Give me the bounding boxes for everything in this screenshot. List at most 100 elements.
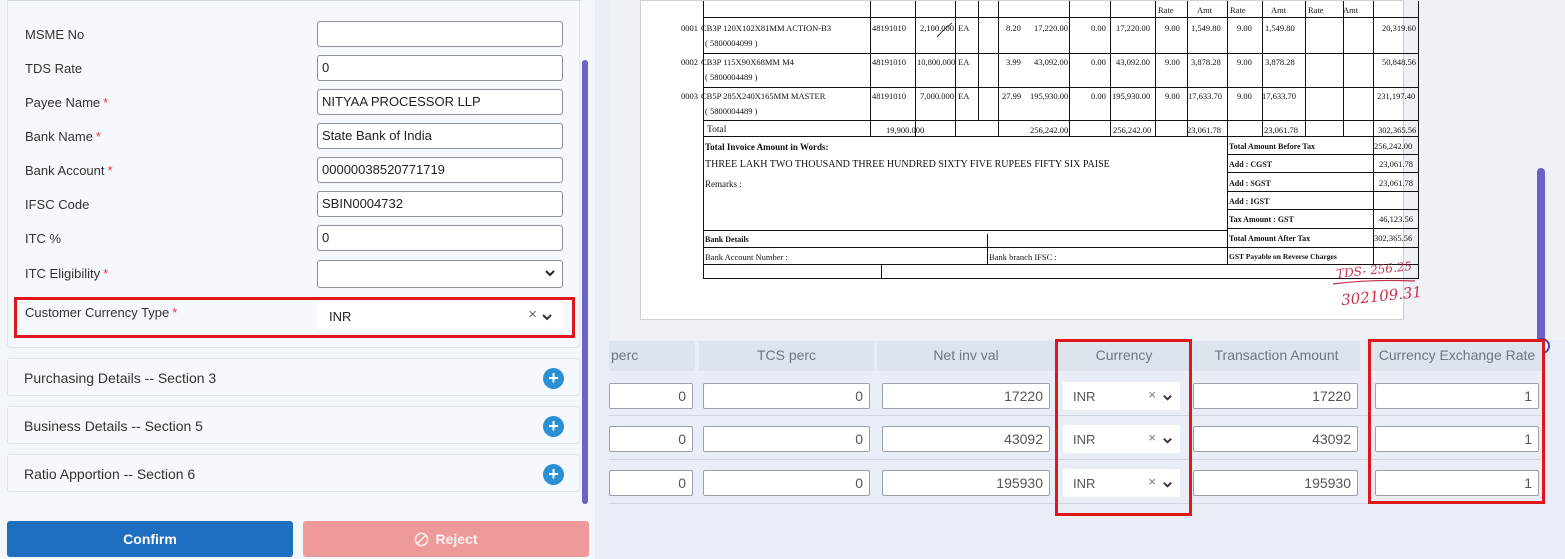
tcs-perc-cell[interactable]: 0 [703, 426, 870, 452]
invoice-line-total: 231,197.40 [1377, 91, 1416, 101]
chevron-down-icon[interactable] [541, 311, 553, 323]
msme-no-row: MSME No [8, 21, 581, 47]
required-mark: * [172, 305, 178, 320]
invoice-line-taxable: 195,930.00 [1112, 91, 1151, 101]
invoice-line-amount: 43,092.00 [1034, 57, 1068, 67]
invoice-line-sgst-rate: 9.00 [1237, 23, 1252, 33]
tcs-perc-cell[interactable]: 0 [703, 383, 870, 409]
payee-name-input[interactable]: NITYAA PROCESSOR LLP [317, 89, 563, 115]
invoice-line-desc: CB5P 285X240X165MM MASTER [701, 91, 826, 101]
perc-cell[interactable]: 0 [609, 470, 693, 496]
section-ratio-apportion[interactable]: Ratio Apportion -- Section 6 + [7, 454, 580, 492]
invoice-total-sgst: 23,061.78 [1264, 125, 1298, 135]
reject-button[interactable]: Reject [303, 521, 589, 557]
vendor-details-form: MSME No TDS Rate 0 Payee Name * NITYAA PR… [7, 0, 581, 348]
invoice-line-hsn: 48191010 [872, 57, 906, 67]
invoice-line-unit: EA [958, 91, 970, 101]
remarks-label: Remarks : [705, 179, 742, 189]
handwritten-tick-mark [936, 22, 953, 38]
clear-icon[interactable]: × [528, 306, 537, 323]
invoice-line-rate: 8.20 [1006, 23, 1021, 33]
invoice-total-amount: 256,242.00 [1030, 125, 1069, 135]
bank-account-label: Bank Account Number : [705, 252, 788, 262]
amount-in-words-label: Total Invoice Amount in Words: [705, 142, 829, 152]
net-inv-val-cell[interactable]: 17220 [882, 383, 1050, 409]
msme-no-input[interactable] [317, 21, 563, 47]
invoice-line-disc: 0.00 [1091, 91, 1106, 101]
ifsc-code-input[interactable]: SBIN0004732 [317, 191, 563, 217]
invoice-line-total: 50,848.56 [1382, 57, 1416, 67]
itc-percent-input[interactable]: 0 [317, 225, 563, 251]
itc-eligibility-label: ITC Eligibility * [25, 266, 109, 281]
invoice-line-qty: 10,800.000 [917, 57, 956, 67]
section-purchasing-details[interactable]: Purchasing Details -- Section 3 + [7, 358, 580, 396]
customer-currency-type-row: Customer Currency Type * INR × [8, 302, 581, 330]
expand-plus-icon[interactable]: + [543, 464, 564, 485]
invoice-line-amount: 17,220.00 [1034, 23, 1068, 33]
invoice-line-rate: 3.99 [1006, 57, 1021, 67]
transaction-amount-cell[interactable]: 43092 [1193, 426, 1358, 452]
bank-account-label: Bank Account * [25, 163, 113, 178]
invoice-line-code: ( 5800004489 ) [705, 106, 758, 116]
chevron-down-icon [545, 270, 555, 277]
invoice-line-sno: 0001 [681, 23, 698, 33]
right-panel: Rate Amt Rate Amt Rate Amt 0001 CB3P 120… [609, 0, 1565, 559]
section-business-details[interactable]: Business Details -- Section 5 + [7, 406, 580, 444]
tcs-perc-cell[interactable]: 0 [703, 470, 870, 496]
left-scrollbar[interactable] [582, 60, 588, 504]
net-inv-val-cell[interactable]: 195930 [882, 470, 1050, 496]
invoice-line-cgst-amt: 1,549.80 [1191, 23, 1221, 33]
invoice-header-rate: Rate [1158, 5, 1174, 15]
invoice-line-unit: EA [958, 57, 970, 67]
summary-value: 23,061.78 [1379, 159, 1413, 169]
exchange-rate-column-highlight [1368, 339, 1545, 504]
tds-rate-input[interactable]: 0 [317, 55, 563, 81]
itc-eligibility-select[interactable] [317, 260, 563, 288]
invoice-line-desc: CB3P 115X90X68MM M4 [701, 57, 794, 67]
ifsc-code-label: IFSC Code [25, 197, 90, 212]
net-inv-val-cell[interactable]: 43092 [882, 426, 1050, 452]
invoice-line-sgst-amt: 1,549.80 [1265, 23, 1295, 33]
bank-account-input[interactable]: 00000038520771719 [317, 157, 563, 183]
invoice-line-qty: 7,000.000 [920, 91, 954, 101]
col-header-transaction-amount: Transaction Amount [1193, 341, 1360, 371]
expand-plus-icon[interactable]: + [543, 416, 564, 437]
bank-account-row: Bank Account * 00000038520771719 [8, 157, 581, 183]
perc-cell[interactable]: 0 [609, 426, 693, 452]
invoice-line-sno: 0002 [681, 57, 698, 67]
summary-label: Tax Amount : GST [1229, 215, 1294, 224]
invoice-total-cgst: 23,061.78 [1187, 125, 1221, 135]
handwritten-net-amount: 302109.31 [1340, 282, 1423, 310]
transaction-amount-cell[interactable]: 17220 [1193, 383, 1358, 409]
invoice-line-amount: 195,930.00 [1030, 91, 1069, 101]
invoice-line-sgst-rate: 9.00 [1237, 91, 1252, 101]
confirm-button[interactable]: Confirm [7, 521, 293, 557]
tds-rate-row: TDS Rate 0 [8, 55, 581, 81]
invoice-line-disc: 0.00 [1091, 57, 1106, 67]
document-scrollbar[interactable] [1537, 168, 1545, 344]
invoice-header-amt: Amt [1197, 5, 1213, 15]
invoice-line-cgst-rate: 9.00 [1165, 23, 1180, 33]
expand-plus-icon[interactable]: + [543, 368, 564, 389]
reject-label: Reject [435, 531, 478, 547]
customer-currency-value: INR [329, 309, 352, 324]
bank-details-label: Bank Details [705, 235, 749, 244]
payee-name-label: Payee Name * [25, 95, 109, 110]
invoice-line-taxable: 43,092.00 [1116, 57, 1150, 67]
invoice-line-total: 20,319.60 [1382, 23, 1416, 33]
bank-name-label: Bank Name * [25, 129, 101, 144]
customer-currency-type-select[interactable]: INR × [317, 302, 563, 330]
invoice-line-hsn: 48191010 [872, 91, 906, 101]
perc-cell[interactable]: 0 [609, 383, 693, 409]
bank-name-input[interactable]: State Bank of India [317, 123, 563, 149]
required-mark: * [95, 129, 101, 144]
required-mark: * [103, 266, 109, 281]
invoice-total-taxable: 256,242.00 [1113, 125, 1152, 135]
invoice-line-sgst-rate: 9.00 [1237, 57, 1252, 67]
invoice-line-sgst-amt: 3,878.28 [1265, 57, 1295, 67]
summary-label: Add : SGST [1229, 179, 1271, 188]
summary-value: 46,123.56 [1379, 214, 1413, 224]
transaction-amount-cell[interactable]: 195930 [1193, 470, 1358, 496]
itc-percent-row: ITC % 0 [8, 225, 581, 251]
invoice-line-cgst-amt: 17,633.70 [1188, 91, 1222, 101]
